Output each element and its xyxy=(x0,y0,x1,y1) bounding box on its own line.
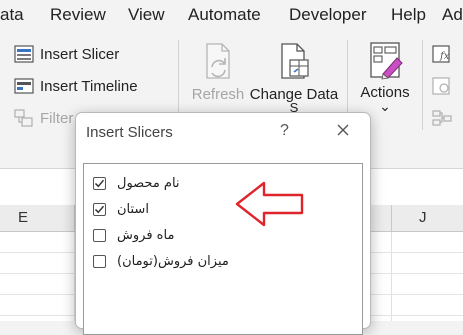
ribbon-separator xyxy=(422,40,423,130)
menu-bar: ata Review View Automate Developer Help … xyxy=(0,0,463,34)
help-button[interactable]: ? xyxy=(280,122,289,140)
menu-help[interactable]: Help xyxy=(391,5,426,25)
slicer-fields-list: نام محصول استان ماه فروش میزان فروش(توما… xyxy=(83,163,363,335)
close-icon xyxy=(337,124,349,136)
field-label: میزان فروش(تومان) xyxy=(117,253,229,269)
field-checkbox[interactable] xyxy=(93,228,106,242)
filter-connections-button[interactable]: Filter xyxy=(14,108,73,128)
column-header-j[interactable]: J xyxy=(419,209,427,226)
change-data-source-icon xyxy=(276,42,312,82)
field-row-sales-amount[interactable]: میزان فروش(تومان) xyxy=(93,251,229,271)
timeline-icon xyxy=(14,76,34,96)
field-row-province[interactable]: استان xyxy=(93,199,149,219)
olap-tools-icon[interactable] xyxy=(432,76,452,101)
menu-developer[interactable]: Developer xyxy=(289,5,367,25)
filter-connections-label: Filter xyxy=(40,109,74,127)
checkmark-icon xyxy=(94,205,105,213)
grid-line xyxy=(391,232,392,321)
insert-slicers-dialog: Insert Slicers ? نام محصول استان ماه فرو… xyxy=(75,112,371,335)
annotation-arrow-icon xyxy=(234,180,306,235)
checkmark-icon xyxy=(94,179,105,187)
svg-text:fx: fx xyxy=(439,51,450,62)
actions-icon xyxy=(365,40,405,80)
column-header-e[interactable]: E xyxy=(18,209,28,226)
column-divider xyxy=(391,205,392,231)
fields-items-sets-icon[interactable]: fx xyxy=(432,44,452,69)
insert-slicer-button[interactable]: Insert Slicer xyxy=(14,44,119,64)
field-checkbox[interactable] xyxy=(93,254,106,268)
filter-connections-icon xyxy=(14,108,34,128)
change-data-source-button[interactable]: Change Data S xyxy=(248,42,340,114)
field-checkbox[interactable] xyxy=(93,176,106,190)
refresh-label: Refresh xyxy=(191,86,245,103)
dialog-title: Insert Slicers xyxy=(86,124,173,141)
actions-button[interactable]: Actions ⌄ xyxy=(356,40,414,114)
close-button[interactable] xyxy=(332,119,354,141)
menu-addins[interactable]: Ad xyxy=(442,5,463,25)
insert-timeline-label: Insert Timeline xyxy=(40,77,138,95)
insert-timeline-button[interactable]: Insert Timeline xyxy=(14,76,138,96)
field-label: نام محصول xyxy=(117,175,180,191)
field-label: استان xyxy=(117,201,149,217)
menu-review[interactable]: Review xyxy=(50,5,106,25)
field-row-product-name[interactable]: نام محصول xyxy=(93,173,180,193)
field-label: ماه فروش xyxy=(117,227,175,243)
field-checkbox[interactable] xyxy=(93,202,106,216)
refresh-icon xyxy=(200,42,236,82)
menu-data[interactable]: ata xyxy=(0,5,24,25)
relationships-icon[interactable] xyxy=(432,108,452,133)
menu-automate[interactable]: Automate xyxy=(188,5,261,25)
slicer-icon xyxy=(14,44,34,64)
menu-view[interactable]: View xyxy=(128,5,165,25)
field-row-sale-month[interactable]: ماه فروش xyxy=(93,225,174,245)
refresh-button[interactable]: Refresh xyxy=(190,42,246,103)
actions-chevron-icon: ⌄ xyxy=(379,98,391,114)
insert-slicer-label: Insert Slicer xyxy=(40,45,120,63)
